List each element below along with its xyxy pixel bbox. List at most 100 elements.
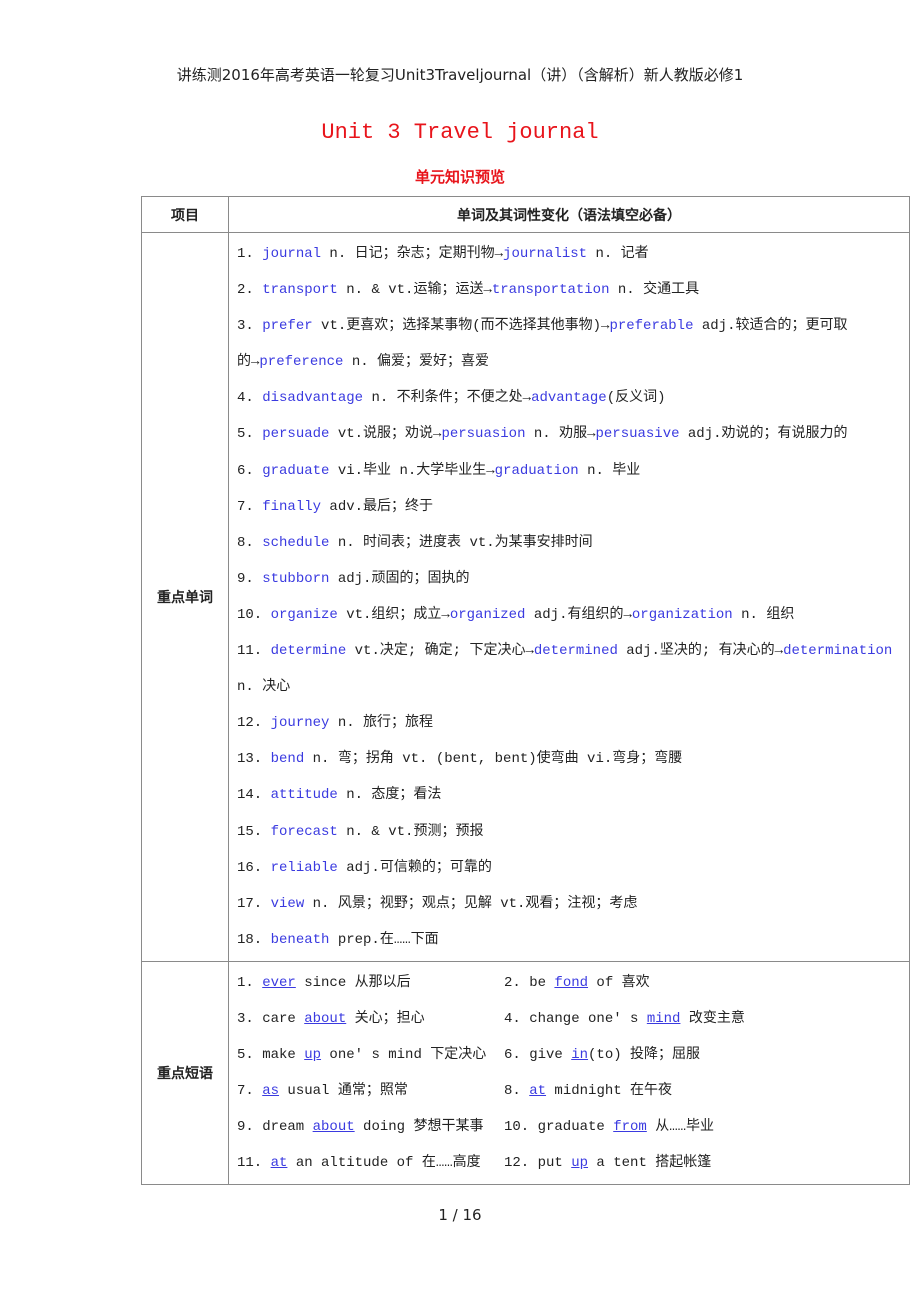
- definition-text: vt.决定; 确定; 下定决心→: [346, 643, 534, 660]
- phrase-entry: 5. make up one' s mind 下定决心: [237, 1036, 504, 1073]
- phrase-blank: as: [262, 1083, 280, 1100]
- keyword: stubborn: [262, 570, 330, 587]
- phrase-entry: 9. dream about doing 梦想干某事: [237, 1108, 504, 1145]
- keyword: forecast: [270, 823, 338, 840]
- row-label-key-phrases: 重点短语: [141, 960, 229, 1186]
- phrase-row: 3. care about 关心；担心 4. change one' s mind…: [237, 1000, 909, 1036]
- phrase-blank: fond: [554, 974, 589, 991]
- vocab-entry-line: n. 决心: [237, 668, 909, 704]
- phrase-blank: up: [304, 1047, 322, 1064]
- vocab-entry-line: 12. journey n. 旅行；旅程: [237, 704, 909, 740]
- definition-text: 15.: [237, 823, 271, 840]
- vocab-entry-line: 15. forecast n. & vt.预测；预报: [237, 813, 909, 849]
- page-number: 1 / 16: [438, 1206, 482, 1224]
- keyword: journey: [270, 715, 330, 732]
- definition-text: n. & vt.预测；预报: [337, 823, 484, 840]
- keyword: schedule: [262, 534, 330, 551]
- keyword: reliable: [270, 859, 338, 876]
- definition-text: 9.: [237, 570, 263, 587]
- definition-text: 从……毕业: [646, 1119, 715, 1136]
- definition-text: n. 旅行；旅程: [329, 715, 434, 732]
- table-row-vocab: 重点单词 1. journal n. 日记；杂志；定期刊物→journalist…: [141, 232, 910, 962]
- definition-text: 的→: [237, 354, 260, 371]
- vocab-entry-line: 13. bend n. 弯；拐角 vt. (bent, bent)使弯曲 vi.…: [237, 740, 909, 776]
- phrase-blank: up: [571, 1155, 589, 1172]
- definition-text: adj.坚决的; 有决心的→: [617, 643, 784, 660]
- keyword: bend: [270, 751, 305, 768]
- vocab-entry-line: 3. prefer vt.更喜欢；选择某事物(而不选择其他事物)→prefera…: [237, 307, 909, 343]
- definition-text: n. 劝服→: [525, 426, 596, 443]
- definition-text: n. 记者: [587, 246, 649, 262]
- definition-text: n. 交通工具: [609, 282, 700, 299]
- definition-text: 4. change one' s: [504, 1010, 647, 1027]
- definition-text: 2.: [237, 282, 263, 299]
- phrase-entry: 12. put up a tent 搭起帐篷: [504, 1144, 711, 1181]
- vocab-entry-line: 1. journal n. 日记；杂志；定期刊物→journalist n. 记…: [237, 235, 909, 271]
- knowledge-table: 项目 单词及其词性变化（语法填空必备） 重点单词 1. journal n. 日…: [141, 196, 910, 1186]
- keyword: transport: [262, 282, 338, 299]
- keyword: prefer: [262, 318, 313, 335]
- definition-text: vt.组织；成立→: [337, 606, 450, 623]
- vocab-entry-line: 16. reliable adj.可信赖的；可靠的: [237, 849, 909, 885]
- definition-text: adj.有组织的→: [525, 606, 632, 623]
- phrase-entry: 8. at midnight 在午夜: [504, 1072, 672, 1109]
- definition-text: 8.: [237, 534, 263, 551]
- vocab-entry-line: 的→preference n. 偏爱；爱好；喜爱: [237, 343, 909, 379]
- phrase-blank: from: [613, 1119, 647, 1136]
- vocab-entry-line: 11. determine vt.决定; 确定; 下定决心→determined…: [237, 632, 909, 668]
- definition-text: n. 日记；杂志；定期刊物→: [321, 246, 504, 262]
- phrase-blank: about: [304, 1010, 347, 1027]
- keyword: finally: [262, 498, 322, 515]
- definition-text: n. & vt.运输；运送→: [337, 282, 492, 299]
- document-subtitle: 单元知识预览: [414, 168, 505, 186]
- definition-text: n. 时间表；进度表 vt.为某事安排时间: [329, 534, 593, 551]
- phrase-entry: 10. graduate from 从……毕业: [504, 1108, 714, 1145]
- definition-text: 12. put: [504, 1155, 572, 1172]
- definition-text: vi.毕业 n.大学毕业生→: [329, 462, 495, 479]
- keyword: transportation: [491, 282, 610, 299]
- definition-text: 5. make: [237, 1047, 305, 1064]
- table-header-row: 项目 单词及其词性变化（语法填空必备）: [141, 196, 910, 233]
- definition-text: since 从那以后: [295, 974, 411, 991]
- definition-text: 14.: [237, 787, 271, 804]
- definition-text: of 喜欢: [588, 974, 650, 991]
- definition-text: (反义词): [606, 390, 666, 407]
- definition-text: one' s mind 下定决心: [321, 1047, 487, 1064]
- keyword: beneath: [270, 931, 330, 948]
- definition-text: n. 偏爱；爱好；喜爱: [343, 354, 490, 371]
- keyword: disadvantage: [262, 390, 364, 407]
- definition-text: 1.: [237, 974, 263, 991]
- definition-text: adj.劝说的；有说服力的: [679, 426, 848, 443]
- vocab-entry-line: 7. finally adv.最后；终于: [237, 488, 909, 524]
- keyword: persuade: [262, 426, 330, 443]
- definition-text: n. 态度；看法: [337, 787, 442, 804]
- keyword: graduate: [262, 462, 330, 479]
- definition-text: vt.更喜欢；选择某事物(而不选择其他事物)→: [312, 318, 610, 335]
- definition-text: 3.: [237, 318, 263, 335]
- definition-text: midnight 在午夜: [546, 1083, 673, 1100]
- definition-text: 10. graduate: [504, 1119, 614, 1136]
- phrase-entry: 6. give in(to) 投降；屈服: [504, 1036, 700, 1073]
- definition-text: n. 毕业: [578, 462, 641, 479]
- keyword: determined: [533, 643, 618, 660]
- definition-text: 8.: [504, 1083, 530, 1100]
- definition-text: 11.: [237, 1155, 271, 1172]
- keyword: organized: [449, 606, 526, 623]
- definition-text: doing 梦想干某事: [354, 1119, 484, 1136]
- vocab-entry-line: 5. persuade vt.说服；劝说→persuasion n. 劝服→pe…: [237, 415, 909, 451]
- definition-text: 6.: [237, 462, 263, 479]
- keyword: determination: [783, 643, 893, 660]
- vocab-entry-line: 18. beneath prep.在……下面: [237, 921, 909, 957]
- definition-text: prep.在……下面: [329, 931, 439, 948]
- definition-text: an altitude of 在……高度: [287, 1155, 481, 1172]
- phrase-entry: 3. care about 关心；担心: [237, 1000, 504, 1037]
- phrase-blank: mind: [646, 1010, 681, 1027]
- phrase-blank: ever: [262, 974, 296, 991]
- definition-text: n. 组织: [732, 606, 795, 623]
- table-row-phrases: 重点短语 1. ever since 从那以后 2. be fond of 喜欢 3…: [141, 960, 910, 1186]
- keyword: organize: [270, 606, 338, 623]
- phrase-blank: in: [571, 1047, 589, 1064]
- row-label-key-words: 重点单词: [141, 232, 229, 962]
- vocab-entry-line: 14. attitude n. 态度；看法: [237, 776, 909, 812]
- definition-text: 6. give: [504, 1047, 572, 1064]
